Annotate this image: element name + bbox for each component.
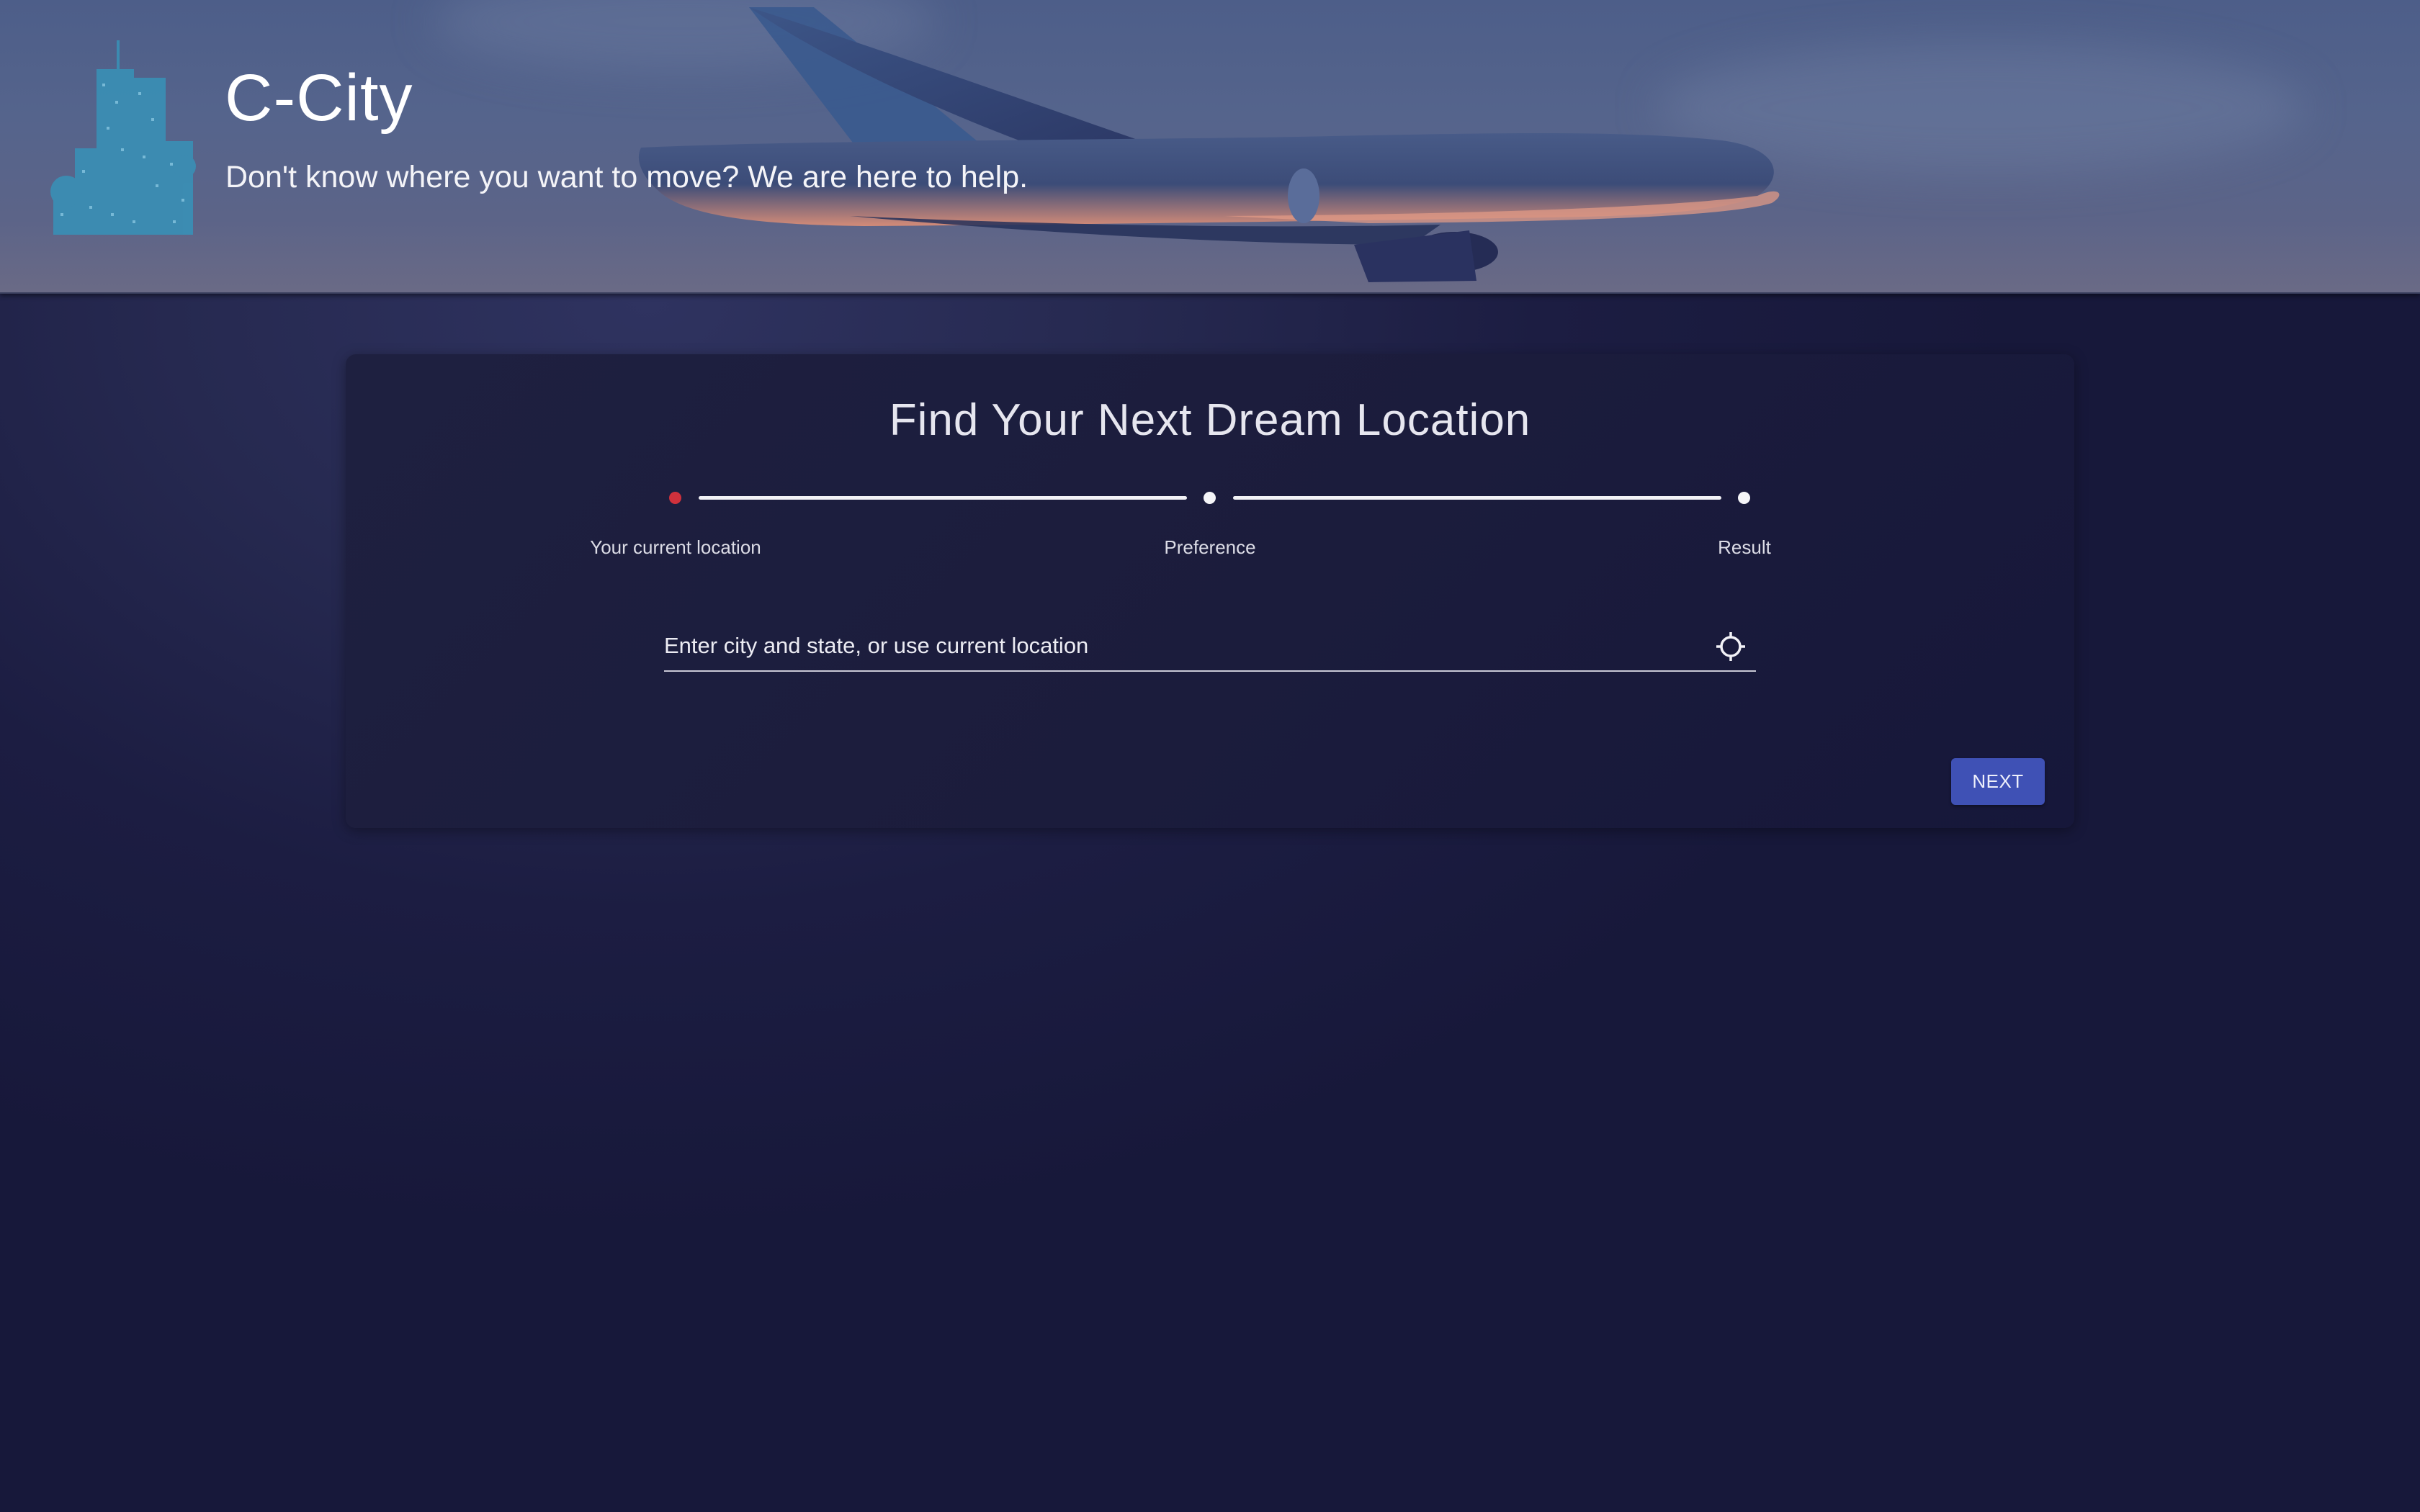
step-label-preference: Preference: [1164, 536, 1256, 558]
app-tagline: Don't know where you want to move? We ar…: [225, 160, 1028, 194]
app-title: C-City: [225, 61, 413, 135]
header-banner: C-City Don't know where you want to move…: [0, 0, 2420, 294]
finder-title: Find Your Next Dream Location: [889, 395, 1531, 445]
location-input[interactable]: [664, 624, 1672, 667]
use-current-location-button[interactable]: [1713, 629, 1749, 665]
step-label-result: Result: [1718, 536, 1771, 558]
location-finder-card: Find Your Next Dream Location Your curre…: [346, 354, 2074, 828]
city-buildings-logo: [50, 40, 196, 235]
step-dot-current-location: [669, 492, 681, 504]
airplane-illustration: [638, 7, 1780, 282]
crosshair-icon: [1716, 632, 1745, 661]
step-dot-preference: [1204, 492, 1216, 504]
location-field: [664, 624, 1756, 672]
next-button[interactable]: NEXT: [1951, 758, 2045, 805]
step-label-current-location: Your current location: [590, 536, 761, 558]
step-connector: [1233, 496, 1721, 500]
step-dot-result: [1738, 492, 1750, 504]
step-connector: [699, 496, 1187, 500]
